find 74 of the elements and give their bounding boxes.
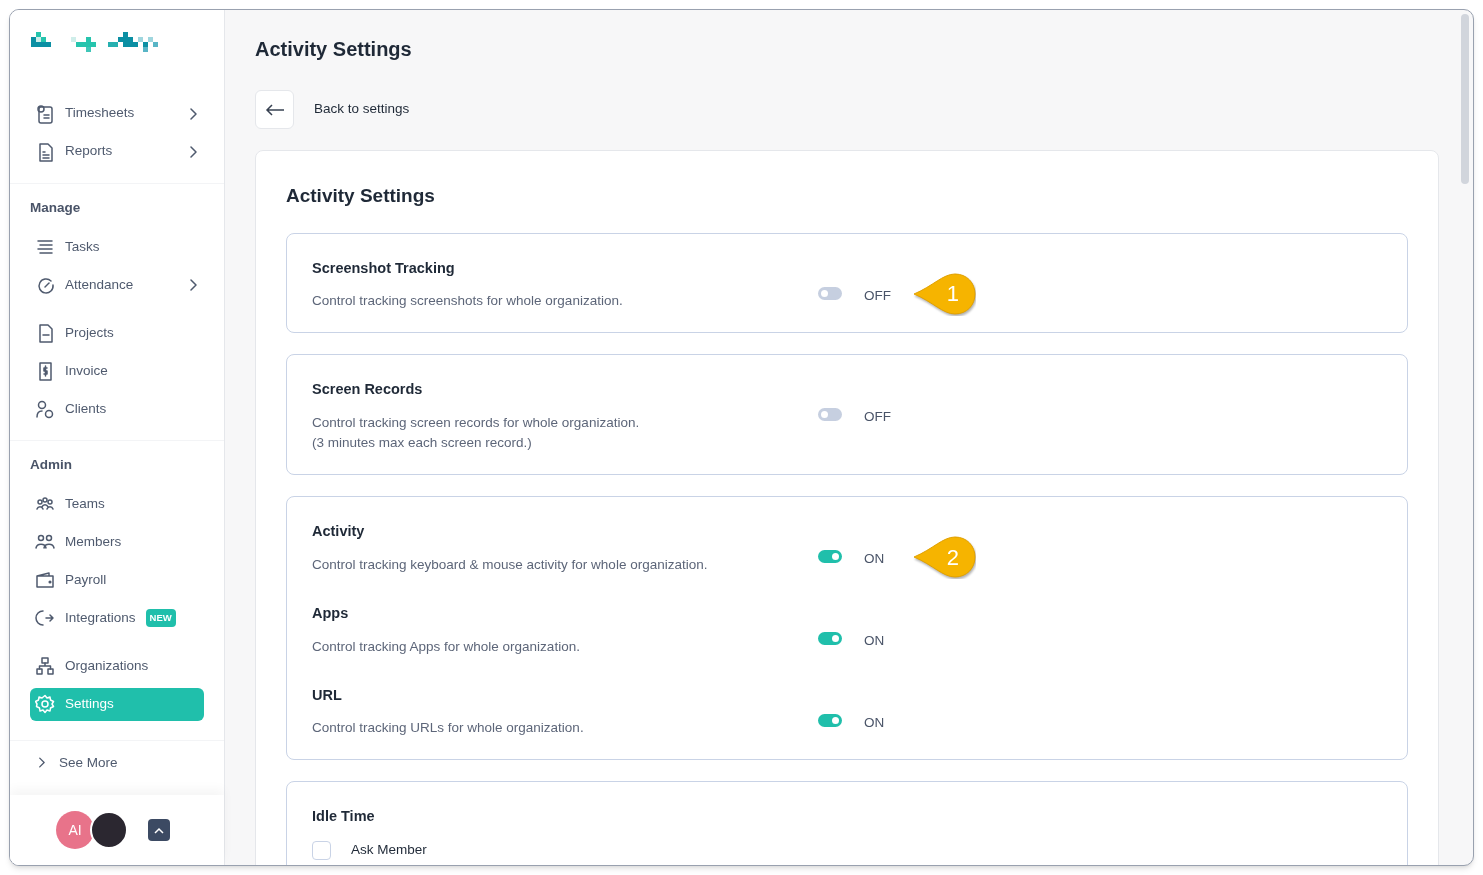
sidebar-item[interactable]: Integrations NEW	[30, 601, 204, 635]
toggle-switch[interactable]	[818, 713, 842, 727]
see-more-label: See More	[59, 753, 118, 772]
sidebar-item[interactable]: Members	[30, 525, 204, 559]
toggle-switch[interactable]	[818, 631, 842, 645]
toggle-switch[interactable]	[818, 286, 842, 300]
clipboard-clock-icon	[35, 103, 55, 124]
item-label: Settings	[65, 694, 114, 713]
chevron-up-icon	[154, 826, 164, 834]
sidebar-item[interactable]: Projects	[30, 316, 204, 350]
item-label: Payroll	[65, 570, 107, 589]
panel-title: Idle Time	[312, 807, 376, 827]
checkbox-label: Ask Member	[351, 841, 427, 859]
setting-description: Control tracking screenshots for whole organization.	[312, 292, 624, 311]
sidebar-item[interactable]: Payroll	[30, 563, 204, 597]
sidebar-item[interactable]: Clients	[30, 392, 204, 426]
toggle-state: ON	[864, 550, 885, 568]
arrow-left-icon	[264, 103, 285, 116]
see-more-link[interactable]: See More	[10, 752, 224, 773]
sidebar-item[interactable]: Reports	[30, 135, 204, 168]
item-label: Teams	[65, 494, 105, 513]
card-title: Activity Settings	[286, 184, 436, 208]
item-label: Organizations	[65, 656, 149, 675]
sidebar-item[interactable]: Timesheets	[30, 97, 204, 130]
item-label: Projects	[65, 323, 114, 342]
setting-description: Control tracking Apps for whole organization.	[312, 637, 581, 656]
toggle-state: ON	[864, 631, 885, 650]
checkbox[interactable]	[312, 840, 331, 860]
item-label: Reports	[65, 142, 113, 161]
item-label: Attendance	[65, 275, 134, 294]
setting-description: Control tracking screen records for whole organization. (3 minutes max each screen record.)	[312, 414, 641, 452]
setting-description: Control tracking URLs for whole organization.	[312, 719, 585, 738]
toggle-state: ON	[864, 713, 885, 732]
people-icon	[35, 532, 55, 552]
scrollbar[interactable]	[1461, 14, 1469, 184]
sidebar-item[interactable]: Tasks	[30, 230, 204, 264]
item-label: Clients	[65, 399, 107, 418]
chevron-right-icon	[189, 107, 197, 120]
hierarchy-icon	[35, 656, 55, 676]
setting-title: Screen Records	[312, 380, 424, 400]
item-label: Invoice	[65, 361, 108, 380]
item-label: Members	[65, 532, 122, 551]
item-label: Integrations	[65, 608, 136, 627]
new-badge: NEW	[145, 608, 176, 628]
setting-title: Screenshot Tracking	[312, 258, 456, 278]
chevron-right-icon	[189, 278, 197, 291]
callout-number: 2	[946, 543, 959, 572]
section-heading: Admin	[30, 456, 73, 475]
back-link[interactable]: Back to settings	[314, 99, 410, 120]
gear-icon	[35, 694, 55, 714]
sidebar-item[interactable]: Invoice	[30, 354, 204, 388]
back-button[interactable]	[255, 90, 294, 129]
sidebar-item[interactable]: Organizations	[30, 649, 204, 683]
wallet-icon	[35, 570, 55, 590]
integration-icon	[35, 608, 55, 628]
setting-title: Activity	[312, 522, 366, 541]
toggle-switch[interactable]	[818, 550, 842, 563]
chevron-right-icon	[38, 757, 45, 769]
setting-description: Control tracking keyboard & mouse activity for whole organization.	[312, 555, 709, 574]
page-title: Activity Settings	[255, 37, 413, 62]
chevron-right-icon	[189, 145, 197, 158]
user-clock-icon	[35, 398, 55, 419]
setting-title: Apps	[312, 603, 350, 623]
callout-number: 1	[946, 280, 959, 308]
sidebar-item[interactable]: Attendance	[30, 268, 204, 302]
toggle-state: OFF	[864, 408, 891, 427]
toggle-switch[interactable]	[818, 408, 842, 422]
expand-button[interactable]	[148, 819, 170, 841]
sidebar-item[interactable]: Teams	[30, 487, 204, 521]
item-label: Tasks	[65, 237, 100, 256]
item-label: Timesheets	[65, 104, 135, 123]
section-heading: Manage	[30, 199, 82, 217]
toggle-state: OFF	[864, 286, 891, 305]
setting-title: URL	[312, 685, 343, 705]
